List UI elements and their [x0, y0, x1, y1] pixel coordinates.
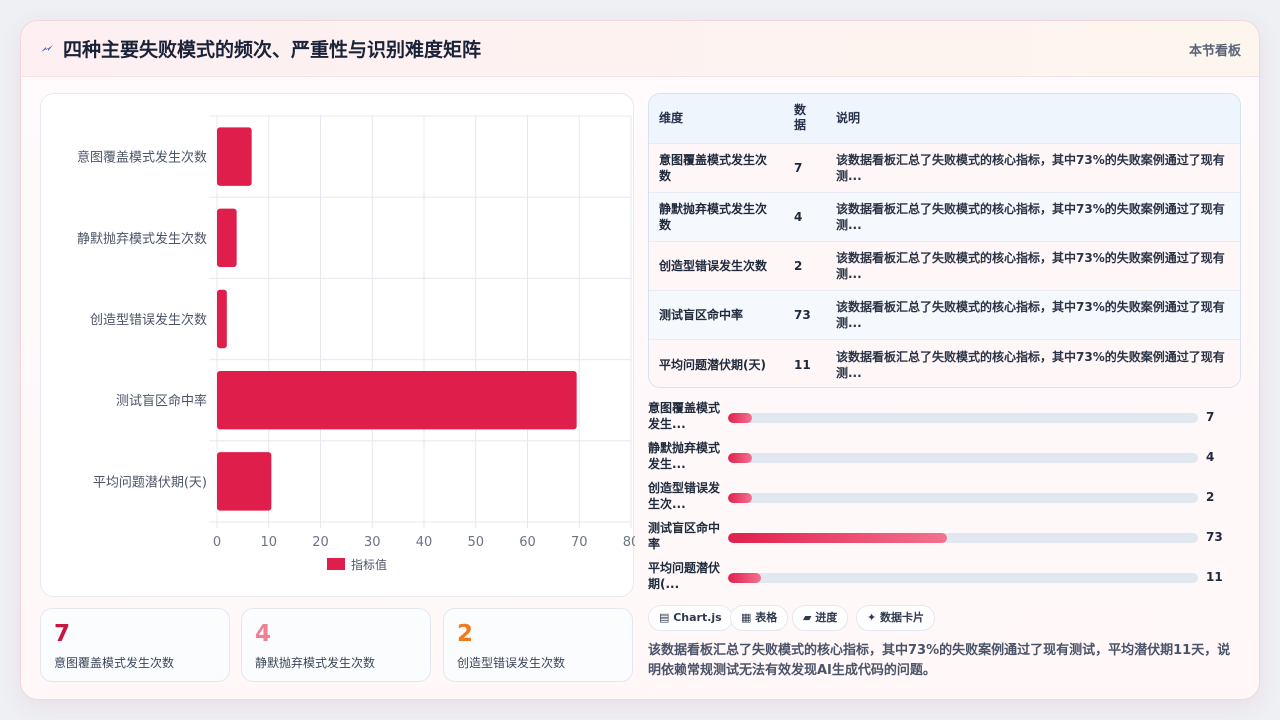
cell-dimension: 测试盲区命中率 — [659, 308, 744, 323]
progress-fill — [728, 413, 752, 423]
cell-dimension: 意图覆盖模式发生次数 — [659, 152, 768, 183]
cell-value: 4 — [794, 209, 803, 224]
progress-track — [728, 533, 1198, 543]
cell-value: 73 — [794, 308, 811, 323]
table-header-row: 维度 数据 说明 — [649, 94, 1240, 143]
kpi-label: 静默抛弃模式发生次数 — [255, 656, 376, 670]
kpi-card-creative: 2 创造型错误发生次数 — [443, 608, 633, 682]
legend-swatch — [327, 558, 345, 570]
x-tick-label: 70 — [571, 535, 588, 550]
chip-chartjs[interactable]: ▤ Chart.js — [648, 605, 733, 631]
progress-track — [728, 413, 1198, 423]
cell-description: 该数据看板汇总了失败模式的核心指标，其中73%的失败案例通过了现有测... — [836, 300, 1225, 331]
data-table: 维度 数据 说明 意图覆盖模式发生次数 7 该数据看板汇总了失败模式的核心指标，… — [649, 94, 1240, 387]
bar — [217, 452, 272, 511]
x-tick-label: 80 — [623, 535, 635, 550]
cell-description: 该数据看板汇总了失败模式的核心指标，其中73%的失败案例通过了现有测... — [836, 201, 1225, 232]
column-header: 维度 — [659, 110, 684, 125]
progress-fill — [728, 453, 752, 463]
bar — [217, 208, 237, 268]
kpi-label: 意图覆盖模式发生次数 — [54, 656, 175, 670]
cell-dimension: 静默抛弃模式发生次数 — [659, 201, 768, 232]
progress-value: 4 — [1206, 450, 1215, 464]
cell-value: 2 — [794, 258, 803, 273]
progress-label: 平均问题潜伏期(... — [648, 561, 721, 591]
x-tick-label: 40 — [416, 535, 433, 550]
progress-track — [728, 573, 1198, 583]
bar-chart-panel: 0 10 20 30 40 50 60 70 80 意图覆盖模式发生次数静默抛弃模式发生次数创造型… — [40, 93, 635, 597]
bar — [217, 127, 252, 186]
page-title: 四种主要失败模式的频次、严重性与识别难度矩阵 — [63, 39, 482, 61]
kpi-value: 7 — [54, 621, 71, 647]
sparkle-icon — [41, 45, 53, 52]
legend-label: 指标值 — [351, 557, 387, 572]
card-header: 四种主要失败模式的频次、严重性与识别难度矩阵 本节看板 — [21, 21, 1259, 77]
progress-value: 2 — [1206, 490, 1215, 504]
progress-row: 平均问题潜伏期(... 11 — [648, 560, 1248, 596]
section-label: 本节看板 — [1188, 44, 1241, 59]
cell-description: 该数据看板汇总了失败模式的核心指标，其中73%的失败案例通过了现有测... — [836, 152, 1225, 183]
y-tick-label: 创造型错误发生次数 — [90, 312, 207, 328]
dashboard-card: 四种主要失败模式的频次、严重性与识别难度矩阵 本节看板 0 10 20 30 40 50 6… — [20, 20, 1260, 700]
bar — [217, 370, 577, 430]
chip-progress[interactable]: ▰ 进度 — [792, 605, 849, 631]
progress-value: 7 — [1206, 410, 1215, 424]
bar-chart: 0 10 20 30 40 50 60 70 80 意图覆盖模式发生次数静默抛弃模式发生次数创造型… — [77, 115, 635, 572]
progress-label: 意图覆盖模式发生... — [648, 401, 721, 431]
kpi-card-intent: 7 意图覆盖模式发生次数 — [40, 608, 230, 682]
x-tick-label: 50 — [467, 535, 484, 550]
cell-value: 7 — [794, 160, 803, 175]
progress-fill — [728, 573, 761, 583]
progress-label: 创造型错误发生次... — [648, 481, 721, 511]
progress-row: 测试盲区命中率 73 — [648, 520, 1248, 556]
progress-fill — [728, 493, 752, 503]
cell-dimension: 创造型错误发生次数 — [659, 258, 768, 273]
progress-label: 测试盲区命中率 — [648, 521, 721, 551]
cell-value: 11 — [794, 357, 811, 372]
table-row: 创造型错误发生次数 2 该数据看板汇总了失败模式的核心指标，其中73%的失败案例… — [649, 241, 1240, 291]
chip-data-card[interactable]: ✦ 数据卡片 — [856, 605, 936, 631]
table-row: 静默抛弃模式发生次数 4 该数据看板汇总了失败模式的核心指标，其中73%的失败案… — [649, 192, 1240, 242]
x-tick-label: 20 — [312, 535, 329, 550]
progress-fill — [728, 533, 947, 543]
progress-row: 静默抛弃模式发生... 4 — [648, 440, 1248, 476]
x-tick-label: 60 — [519, 535, 536, 550]
column-header: 数据 — [794, 103, 807, 133]
table-row: 平均问题潜伏期(天) 11 该数据看板汇总了失败模式的核心指标，其中73%的失败… — [649, 339, 1240, 387]
kpi-label: 创造型错误发生次数 — [457, 656, 566, 670]
column-header: 说明 — [836, 110, 861, 125]
table-row: 意图覆盖模式发生次数 7 该数据看板汇总了失败模式的核心指标，其中73%的失败案… — [649, 143, 1240, 193]
cell-description: 该数据看板汇总了失败模式的核心指标，其中73%的失败案例通过了现有测... — [836, 250, 1225, 281]
kpi-value: 2 — [457, 621, 474, 647]
y-tick-label: 测试盲区命中率 — [116, 393, 207, 409]
chip-table[interactable]: ▦ 表格 — [730, 605, 789, 631]
progress-row: 创造型错误发生次... 2 — [648, 480, 1248, 516]
progress-label: 静默抛弃模式发生... — [648, 441, 721, 471]
bar — [217, 289, 227, 349]
progress-value: 73 — [1206, 530, 1223, 544]
summary-text: 该数据看板汇总了失败模式的核心指标，其中73%的失败案例通过了现有测试，平均潜伏… — [648, 643, 1231, 678]
x-tick-label: 30 — [364, 535, 381, 550]
x-tick-label: 0 — [213, 535, 221, 550]
x-tick-label: 10 — [260, 535, 277, 550]
cell-dimension: 平均问题潜伏期(天) — [659, 357, 766, 372]
y-tick-label: 平均问题潜伏期(天) — [93, 475, 207, 490]
kpi-value: 4 — [255, 621, 272, 647]
progress-track — [728, 453, 1198, 463]
cell-description: 该数据看板汇总了失败模式的核心指标，其中73%的失败案例通过了现有测... — [836, 349, 1225, 380]
table-row: 测试盲区命中率 73 该数据看板汇总了失败模式的核心指标，其中73%的失败案例通… — [649, 290, 1240, 340]
y-tick-label: 静默抛弃模式发生次数 — [77, 231, 207, 247]
data-table-panel: 维度 数据 说明 意图覆盖模式发生次数 7 该数据看板汇总了失败模式的核心指标，… — [648, 93, 1241, 388]
kpi-card-silent: 4 静默抛弃模式发生次数 — [241, 608, 431, 682]
y-tick-label: 意图覆盖模式发生次数 — [77, 150, 207, 166]
progress-value: 11 — [1206, 570, 1223, 584]
progress-row: 意图覆盖模式发生... 7 — [648, 400, 1248, 436]
progress-track — [728, 493, 1198, 503]
